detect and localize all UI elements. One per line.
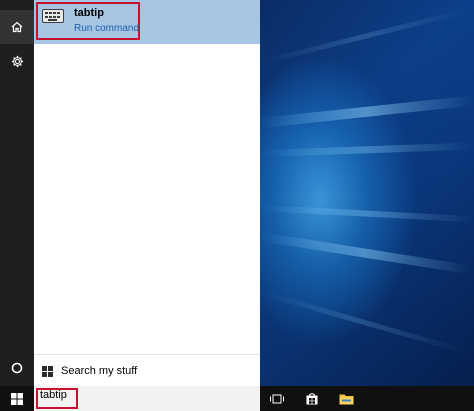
result-title: tabtip xyxy=(74,7,104,19)
taskbar-search-box[interactable]: tabtip xyxy=(34,386,260,411)
result-subtitle: Run command xyxy=(74,23,140,34)
search-my-stuff-label: Search my stuff xyxy=(61,365,138,377)
home-icon xyxy=(11,21,23,33)
task-view-button[interactable] xyxy=(263,386,291,411)
task-view-icon xyxy=(270,394,284,403)
search-input[interactable]: tabtip xyxy=(40,389,67,401)
screen: tabtip Run command Search my stuff tabti… xyxy=(0,0,474,411)
home-button[interactable] xyxy=(0,10,34,44)
start-rail xyxy=(0,0,34,386)
folder-icon xyxy=(339,394,353,404)
gear-icon xyxy=(11,55,23,67)
desktop-wallpaper xyxy=(260,0,474,386)
store-bag-icon xyxy=(306,392,318,404)
windows-logo-icon xyxy=(42,366,53,377)
windows-start-icon xyxy=(11,392,23,405)
start-button[interactable] xyxy=(3,386,31,411)
cortana-circle-icon xyxy=(11,362,23,374)
search-result-tabtip[interactable]: tabtip Run command xyxy=(34,0,260,44)
file-explorer-button[interactable] xyxy=(332,386,360,411)
divider xyxy=(34,354,260,355)
cortana-button[interactable] xyxy=(0,351,34,385)
store-button[interactable] xyxy=(298,386,326,411)
settings-button[interactable] xyxy=(0,44,34,78)
search-results-panel: tabtip Run command Search my stuff xyxy=(34,0,260,386)
keyboard-icon xyxy=(42,9,64,23)
search-my-stuff-button[interactable]: Search my stuff xyxy=(34,356,260,386)
